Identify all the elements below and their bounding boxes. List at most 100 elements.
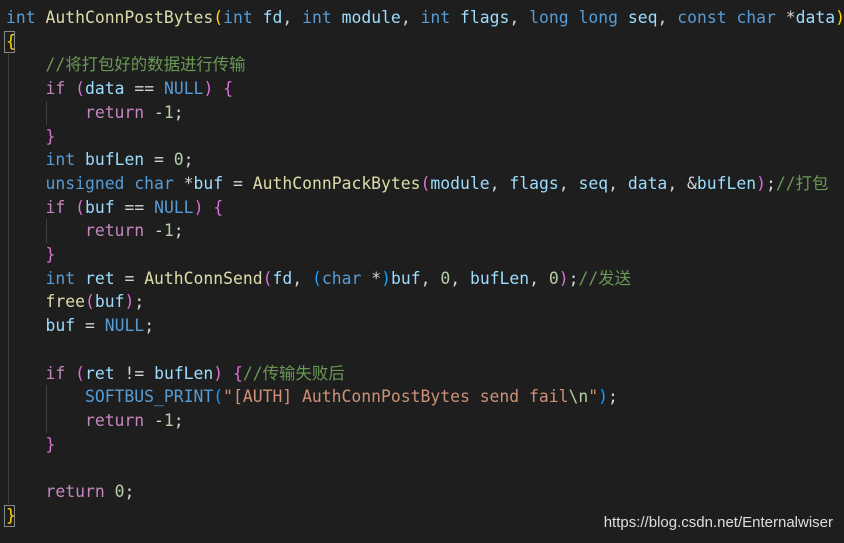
code-token: !=: [114, 363, 155, 383]
code-token: bufLen: [696, 173, 757, 193]
code-token: bufLen: [469, 268, 530, 288]
code-token: =: [223, 173, 253, 193]
code-token: return: [84, 102, 145, 122]
code-line: unsigned char *buf = AuthConnPackBytes(m…: [6, 172, 828, 196]
code-token: 1: [163, 410, 174, 430]
code-token: (: [420, 173, 431, 193]
code-token: ret: [84, 363, 115, 383]
code-token: ): [203, 79, 214, 99]
code-token: int: [45, 268, 76, 288]
code-token: (: [262, 268, 273, 288]
code-line: SOFTBUS_PRINT("[AUTH] AuthConnPostBytes …: [6, 385, 618, 409]
code-token: ,: [529, 268, 549, 288]
code-line: int ret = AuthConnSend(fd, (char *)buf, …: [6, 267, 631, 291]
code-token: *: [361, 268, 382, 288]
code-token: flags: [460, 8, 510, 27]
code-token: return: [45, 482, 105, 501]
code-token: ,: [420, 268, 441, 288]
code-token: (: [311, 268, 322, 288]
code-line: return -1;: [6, 409, 184, 433]
code-token: module: [430, 173, 490, 193]
code-token: (: [75, 197, 85, 217]
code-token: if: [45, 79, 66, 99]
code-token: =: [114, 268, 145, 288]
code-token: 0: [548, 268, 559, 288]
code-token: ;: [144, 316, 155, 336]
code-line: }: [6, 504, 16, 528]
code-token: ;: [183, 150, 194, 170]
code-line: {: [6, 30, 16, 54]
code-token: 0: [440, 268, 451, 288]
code-token: int: [420, 8, 451, 27]
code-token: (: [213, 387, 224, 407]
code-token: ,: [657, 8, 678, 27]
code-token: ): [124, 292, 135, 312]
code-token: (: [213, 8, 224, 27]
code-token: return: [84, 410, 145, 430]
code-line: return -1;: [6, 101, 184, 125]
code-line: }: [6, 433, 55, 457]
code-line: return 0;: [6, 480, 134, 504]
code-token: ;: [173, 102, 184, 122]
code-token: bufLen: [154, 363, 214, 383]
code-token: SOFTBUS_PRINT: [84, 387, 214, 407]
code-line: buf = NULL;: [6, 314, 154, 338]
code-token: AuthConnPostBytes: [45, 8, 214, 27]
code-token: bufLen: [84, 150, 145, 170]
code-token: }: [6, 505, 16, 525]
code-line: int AuthConnPostBytes(int fd, int module…: [6, 6, 844, 30]
code-token: seq: [627, 8, 658, 27]
code-token: if: [45, 363, 66, 383]
code-line: return -1;: [6, 219, 184, 243]
code-token: ==: [124, 79, 164, 99]
code-token: fd: [262, 8, 283, 27]
code-token: ;: [766, 173, 776, 193]
code-token: ): [756, 173, 767, 193]
code-token: fd: [272, 268, 293, 288]
code-token: ;: [134, 292, 145, 312]
code-token: NULL: [154, 197, 194, 217]
code-token: ,: [509, 8, 530, 27]
code-token: const: [677, 8, 727, 27]
code-token: ": [588, 387, 599, 407]
code-token: AuthConnPackBytes: [252, 173, 421, 193]
code-token: -: [144, 102, 164, 122]
code-token: {: [213, 197, 224, 217]
code-token: }: [45, 126, 56, 146]
code-token: }: [45, 434, 56, 454]
code-editor[interactable]: int AuthConnPostBytes(int fd, int module…: [0, 0, 844, 543]
code-token: int: [223, 8, 253, 27]
code-token: data: [795, 8, 836, 27]
code-token: data: [84, 79, 125, 99]
code-token: flags: [509, 173, 559, 193]
code-token: long: [529, 8, 569, 27]
code-token: ,: [400, 8, 421, 27]
code-token: -: [144, 221, 164, 241]
code-token: (: [75, 363, 85, 383]
code-token: data: [627, 173, 668, 193]
code-token: {: [223, 79, 234, 99]
code-token: buf: [84, 197, 115, 217]
code-token: }: [45, 245, 56, 264]
code-token: ): [598, 387, 609, 407]
